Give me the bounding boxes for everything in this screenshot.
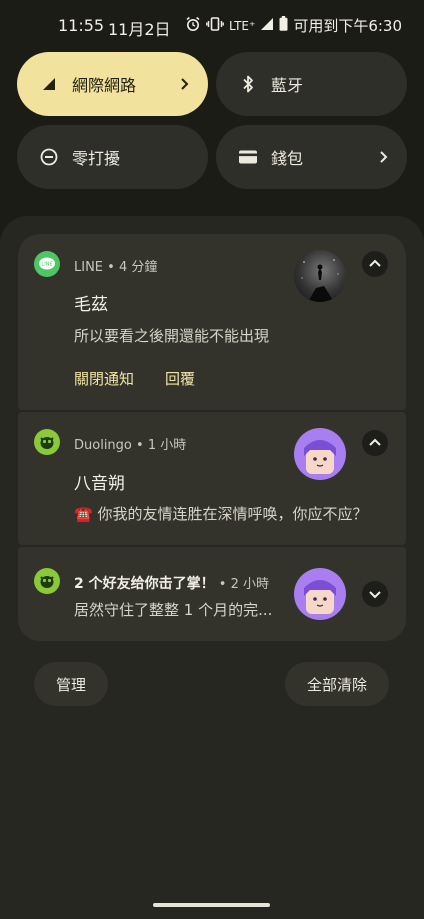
wallet-icon — [237, 146, 259, 168]
date: 11月2日 — [108, 20, 171, 39]
bluetooth-icon — [237, 73, 259, 95]
tile-internet[interactable]: 網際網路 — [17, 52, 208, 116]
collapse-button[interactable] — [362, 251, 388, 277]
collapse-button[interactable] — [362, 430, 388, 456]
app-name: Duolingo — [74, 438, 132, 453]
notification-duolingo-collapsed[interactable]: 2 个好友给你击了掌！ • 2 小時 居然守住了整整 1 个月的完... — [18, 547, 406, 641]
notification-title: 毛茲 — [74, 295, 108, 315]
duolingo-app-icon — [34, 429, 60, 455]
clock: 11:55 — [58, 16, 105, 35]
alarm-icon — [185, 16, 201, 36]
sender-avatar — [294, 428, 346, 480]
chevron-right-icon — [379, 146, 389, 172]
tile-label: 網際網路 — [72, 76, 137, 95]
manage-button[interactable]: 管理 — [34, 662, 108, 706]
notification-time: 1 小時 — [147, 438, 187, 453]
tile-label: 錢包 — [271, 149, 304, 168]
clear-all-button[interactable]: 全部清除 — [285, 662, 389, 706]
cellular-signal-icon — [38, 73, 60, 95]
app-name: LINE — [74, 260, 104, 275]
notification-time: 4 分鐘 — [118, 260, 158, 275]
status-icons: LTE⁺ 可用到下午6:30 — [185, 15, 402, 36]
tile-do-not-disturb[interactable]: 零打擾 — [17, 125, 208, 189]
network-type: LTE⁺ — [229, 18, 256, 33]
chevron-right-icon — [180, 73, 190, 99]
notification-meta: Duolingo • 1 小時 — [74, 438, 187, 453]
notification-time: 2 小時 — [230, 577, 269, 592]
battery-text: 可用到下午6:30 — [293, 17, 402, 35]
notification-title: 2 个好友给你击了掌！ — [74, 576, 215, 592]
expand-button[interactable] — [362, 581, 388, 607]
notification-title: 八音朔 — [74, 474, 125, 494]
signal-icon — [260, 17, 274, 35]
notification-meta: 2 个好友给你击了掌！ • 2 小時 — [74, 576, 269, 592]
status-bar: 11:55 11月2日 LTE⁺ 可用到下午6:30 — [0, 0, 424, 52]
line-app-icon: LINE — [34, 251, 60, 277]
tile-label: 零打擾 — [72, 149, 121, 168]
vibrate-icon — [206, 16, 224, 36]
notification-text: ☎️ 你我的友情连胜在深情呼唤，你应不应？ — [74, 505, 368, 523]
reply-button[interactable]: 回覆 — [165, 368, 195, 389]
tile-wallet[interactable]: 錢包 — [216, 125, 407, 189]
notification-text: 居然守住了整整 1 个月的完... — [74, 601, 273, 619]
duolingo-app-icon — [34, 568, 60, 594]
svg-text:LINE: LINE — [41, 262, 52, 268]
home-gesture-bar[interactable] — [153, 903, 270, 907]
battery-icon — [279, 16, 288, 35]
notification-meta: LINE • 4 分鐘 — [74, 260, 158, 275]
notification-duolingo[interactable]: Duolingo • 1 小時 八音朔 ☎️ 你我的友情连胜在深情呼唤，你应不应… — [18, 412, 406, 545]
sender-avatar — [294, 568, 346, 620]
do-not-disturb-icon — [38, 146, 60, 168]
tile-bluetooth[interactable]: 藍牙 — [216, 52, 407, 116]
tile-label: 藍牙 — [271, 76, 304, 95]
sender-avatar — [294, 250, 346, 302]
notification-line[interactable]: LINE LINE • 4 分鐘 毛茲 所以要看之後開還能不能出現 關閉通知 回… — [18, 234, 406, 410]
mute-notification-button[interactable]: 關閉通知 — [74, 368, 134, 389]
notification-text: 所以要看之後開還能不能出現 — [74, 327, 270, 345]
